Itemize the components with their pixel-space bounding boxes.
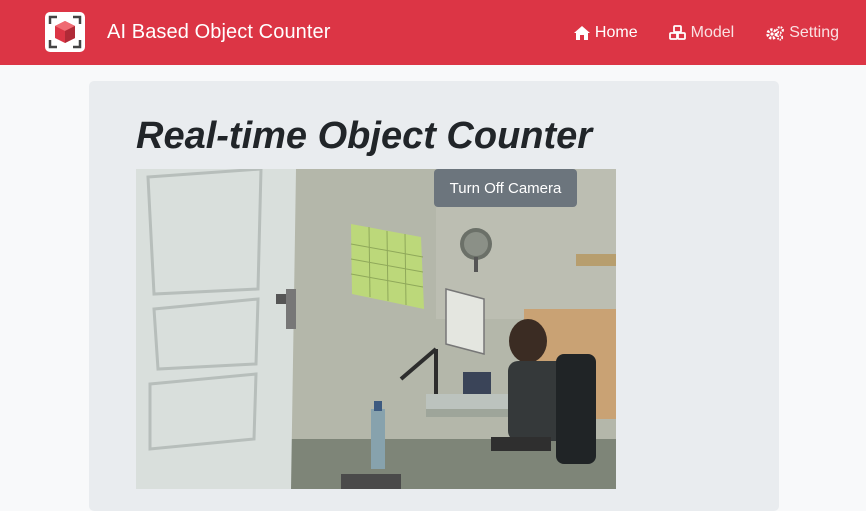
cube-icon — [45, 12, 85, 52]
nav-item-label: Home — [594, 23, 638, 41]
brand-link[interactable]: AI Based Object Counter — [45, 12, 331, 52]
nav-item-label: Setting — [789, 23, 839, 41]
nav-menu: Home Model Setting — [542, 0, 839, 65]
camera-feed — [136, 169, 616, 489]
nav-item-label: Model — [690, 23, 735, 41]
nav-item-setting[interactable]: Setting — [765, 24, 839, 42]
nav-item-model[interactable]: Model — [668, 23, 735, 42]
navbar: AI Based Object Counter Home Model Setti… — [0, 0, 866, 65]
cubes-icon — [668, 24, 686, 40]
turn-off-camera-button[interactable]: Turn Off Camera — [434, 169, 577, 207]
cogs-icon — [766, 25, 785, 41]
nav-item-home[interactable]: Home — [573, 24, 638, 42]
home-icon — [573, 25, 590, 40]
brand-title: AI Based Object Counter — [107, 20, 331, 43]
page-title: Real-time Object Counter — [136, 115, 593, 157]
